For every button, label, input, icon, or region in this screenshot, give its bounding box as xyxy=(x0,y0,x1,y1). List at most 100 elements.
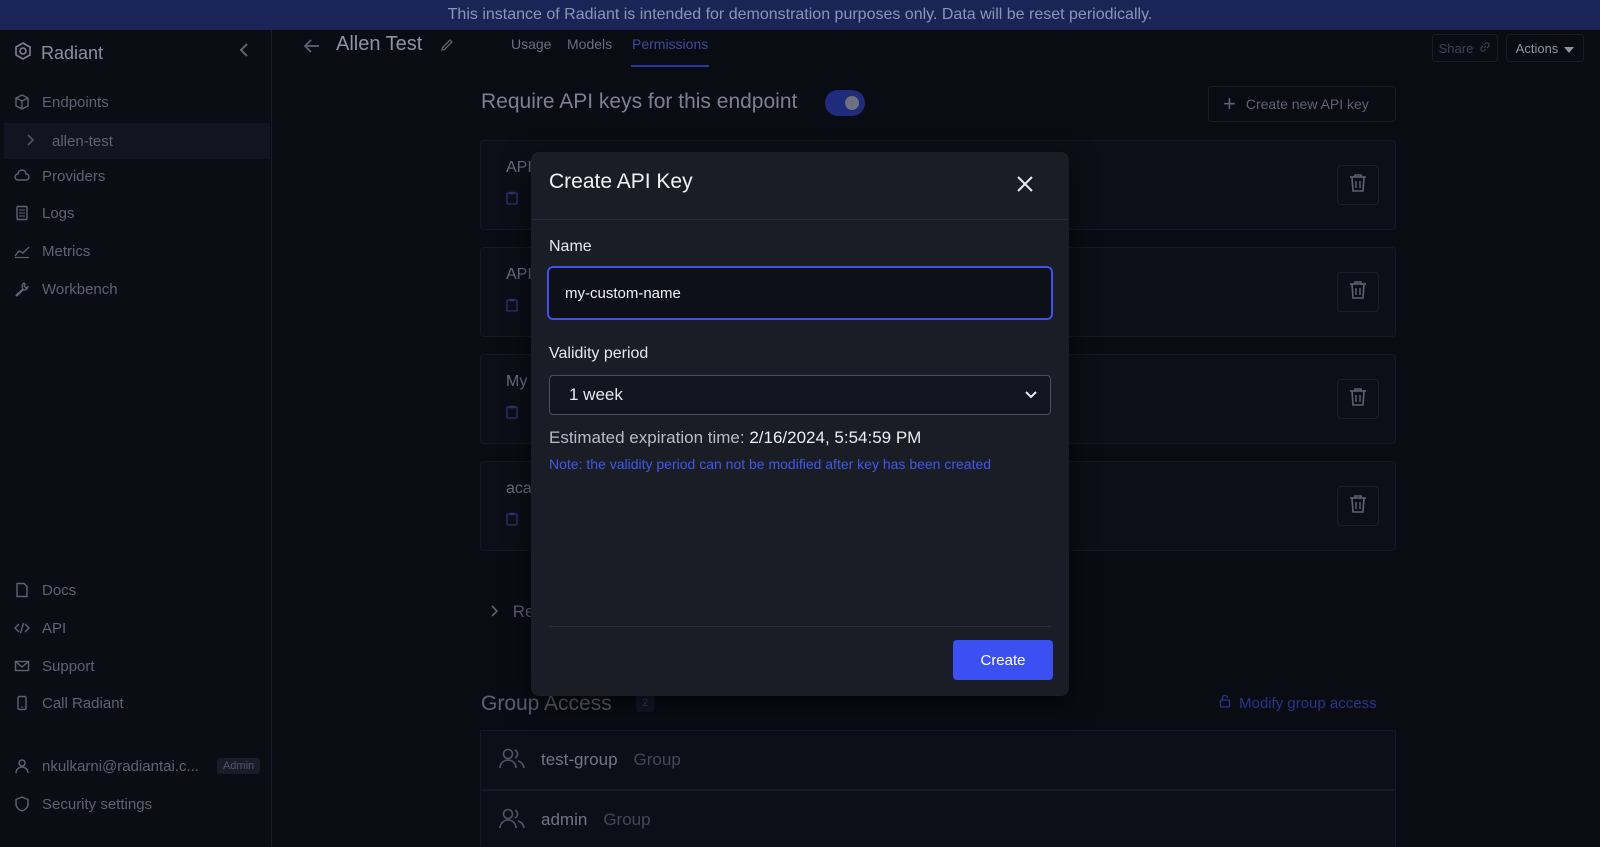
modal-title: Create API Key xyxy=(549,170,693,193)
nav-api[interactable]: API xyxy=(14,613,66,643)
clipboard-icon[interactable] xyxy=(506,191,518,208)
users-icon xyxy=(499,747,525,774)
chevron-right-icon xyxy=(26,133,35,150)
radiant-logo-icon xyxy=(14,41,32,65)
nav-label: Metrics xyxy=(42,242,91,260)
group-name: admin xyxy=(541,810,588,829)
users-icon xyxy=(499,807,525,834)
user-email: nkulkarni@radiantai.c... xyxy=(42,757,199,775)
delete-key-button[interactable] xyxy=(1337,272,1379,312)
create-button[interactable]: Create xyxy=(953,640,1053,680)
nav-label: Security settings xyxy=(42,795,153,813)
expiration-value: 2/16/2024, 5:54:59 PM xyxy=(749,428,922,447)
link-icon xyxy=(1479,41,1491,56)
cloud-icon xyxy=(14,168,30,184)
role-badge: Admin xyxy=(216,758,261,774)
nav-label: Support xyxy=(42,657,95,675)
clipboard-icon[interactable] xyxy=(506,298,518,315)
api-key-name: My xyxy=(506,373,528,390)
sidebar: Radiant Endpoints allen-test Providers L… xyxy=(0,30,272,847)
tab-models[interactable]: Models xyxy=(567,36,612,52)
validity-note: Note: the validity period can not be mod… xyxy=(549,456,992,472)
name-input[interactable] xyxy=(547,266,1053,320)
plus-icon: + xyxy=(1223,91,1236,116)
chevron-down-icon xyxy=(1024,387,1038,407)
brand[interactable]: Radiant xyxy=(14,40,103,66)
require-api-keys-label: Require API keys for this endpoint xyxy=(481,90,798,113)
group-type: Group xyxy=(603,810,651,829)
wrench-icon xyxy=(14,281,30,297)
delete-key-button[interactable] xyxy=(1337,379,1379,419)
trash-icon xyxy=(1349,494,1367,519)
nav-logs[interactable]: Logs xyxy=(14,198,75,228)
nav-workbench[interactable]: Workbench xyxy=(14,274,118,304)
share-button[interactable]: Share xyxy=(1432,34,1498,62)
chart-line-icon xyxy=(14,243,30,259)
tab-usage[interactable]: Usage xyxy=(511,36,551,52)
chevron-right-icon xyxy=(490,602,499,621)
user-account[interactable]: nkulkarni@radiantai.c... Admin xyxy=(14,751,261,781)
caret-down-icon xyxy=(1564,41,1575,56)
validity-selected-value: 1 week xyxy=(569,385,623,404)
create-api-key-modal: Create API Key Name Validity period 1 we… xyxy=(531,152,1069,696)
nav-support[interactable]: Support xyxy=(14,651,95,681)
user-icon xyxy=(14,758,30,774)
nav-label: Call Radiant xyxy=(42,694,124,712)
clipboard-icon[interactable] xyxy=(506,512,518,529)
nav-label: Endpoints xyxy=(42,93,109,111)
phone-icon xyxy=(14,695,30,711)
group-name: test-group xyxy=(541,750,618,769)
cube-icon xyxy=(14,94,30,110)
nav-label: Workbench xyxy=(42,280,118,298)
document-icon xyxy=(14,205,30,221)
name-field-label: Name xyxy=(549,238,592,255)
clipboard-icon[interactable] xyxy=(506,405,518,422)
modal-footer-divider xyxy=(549,626,1051,627)
demo-banner: This instance of Radiant is intended for… xyxy=(0,0,1600,30)
expiration-label: Estimated expiration time: xyxy=(549,428,745,447)
group-count-badge: 2 xyxy=(636,694,655,712)
nav-label: API xyxy=(42,619,67,637)
actions-button[interactable]: Actions xyxy=(1506,34,1584,62)
create-key-label: Create new API key xyxy=(1245,96,1369,112)
toggle-knob xyxy=(845,96,859,110)
delete-key-button[interactable] xyxy=(1337,165,1379,205)
nav-metrics[interactable]: Metrics xyxy=(14,236,90,266)
api-key-name: API xyxy=(506,159,532,176)
trash-icon xyxy=(1349,280,1367,305)
nav-label: Providers xyxy=(42,167,106,185)
nav-providers[interactable]: Providers xyxy=(14,161,105,191)
brand-name: Radiant xyxy=(41,42,104,63)
nav-docs[interactable]: Docs xyxy=(14,575,76,605)
revoked-keys-toggle[interactable]: Re xyxy=(490,602,534,622)
lock-icon xyxy=(1219,694,1231,712)
group-row: admin Group xyxy=(480,790,1396,847)
file-icon xyxy=(14,582,30,598)
modify-group-access-link[interactable]: Modify group access xyxy=(1219,694,1377,712)
trash-icon xyxy=(1349,387,1367,412)
api-key-name: API xyxy=(506,266,532,283)
actions-label: Actions xyxy=(1515,40,1559,56)
shield-icon xyxy=(14,796,30,812)
nav-endpoints[interactable]: Endpoints xyxy=(14,87,109,117)
nav-label: Logs xyxy=(42,204,75,222)
share-label: Share xyxy=(1438,40,1474,56)
modal-header-divider xyxy=(531,219,1069,220)
collapse-sidebar-icon[interactable] xyxy=(238,42,250,63)
active-tab-indicator xyxy=(631,65,709,67)
validity-period-select[interactable]: 1 week xyxy=(549,375,1051,415)
nav-security-settings[interactable]: Security settings xyxy=(14,789,152,819)
pencil-icon[interactable] xyxy=(440,38,454,57)
require-api-keys-toggle[interactable] xyxy=(825,90,865,116)
topbar: Allen Test Usage Models Permissions Shar… xyxy=(272,30,1600,68)
estimated-expiration: Estimated expiration time: 2/16/2024, 5:… xyxy=(549,428,921,448)
create-new-api-key-button[interactable]: + Create new API key xyxy=(1208,86,1396,122)
nav-endpoint-allen-test[interactable]: allen-test xyxy=(4,123,270,159)
tab-permissions[interactable]: Permissions xyxy=(632,36,708,52)
group-type: Group xyxy=(633,750,681,769)
back-arrow-icon[interactable] xyxy=(302,36,322,62)
trash-icon xyxy=(1349,173,1367,198)
close-icon[interactable] xyxy=(1013,172,1037,196)
delete-key-button[interactable] xyxy=(1337,486,1379,526)
nav-call-radiant[interactable]: Call Radiant xyxy=(14,688,124,718)
